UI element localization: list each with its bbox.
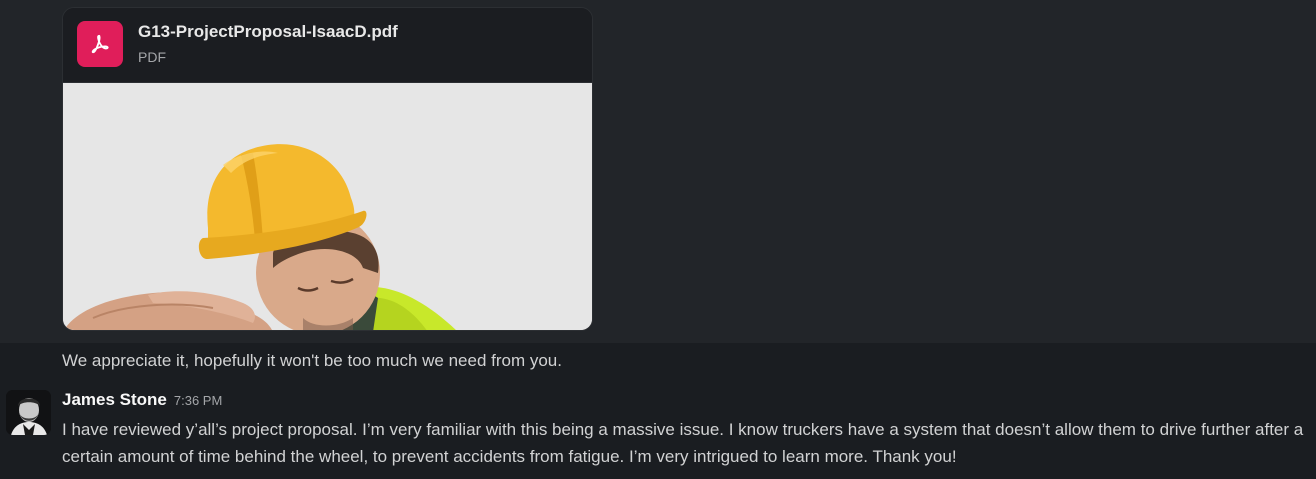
avatar[interactable] <box>6 390 51 435</box>
file-attachment[interactable]: G13-ProjectProposal-IsaacD.pdf PDF <box>62 7 593 331</box>
pdf-icon <box>77 21 123 67</box>
author-name[interactable]: James Stone <box>62 390 167 409</box>
attachment-file-name[interactable]: G13-ProjectProposal-IsaacD.pdf <box>138 22 398 42</box>
attachment-preview-image[interactable] <box>63 83 592 330</box>
previous-message-text: We appreciate it, hopefully it won't be … <box>62 351 562 370</box>
attachment-header[interactable]: G13-ProjectProposal-IsaacD.pdf PDF <box>63 8 592 83</box>
attachment-file-type: PDF <box>138 49 166 65</box>
message-timestamp[interactable]: 7:36 PM <box>174 393 222 408</box>
message-meta: James Stone 7:36 PM <box>62 390 222 410</box>
message-pane: G13-ProjectProposal-IsaacD.pdf PDF We ap… <box>0 0 1316 479</box>
message-text: I have reviewed y’all’s project proposal… <box>62 420 1304 466</box>
